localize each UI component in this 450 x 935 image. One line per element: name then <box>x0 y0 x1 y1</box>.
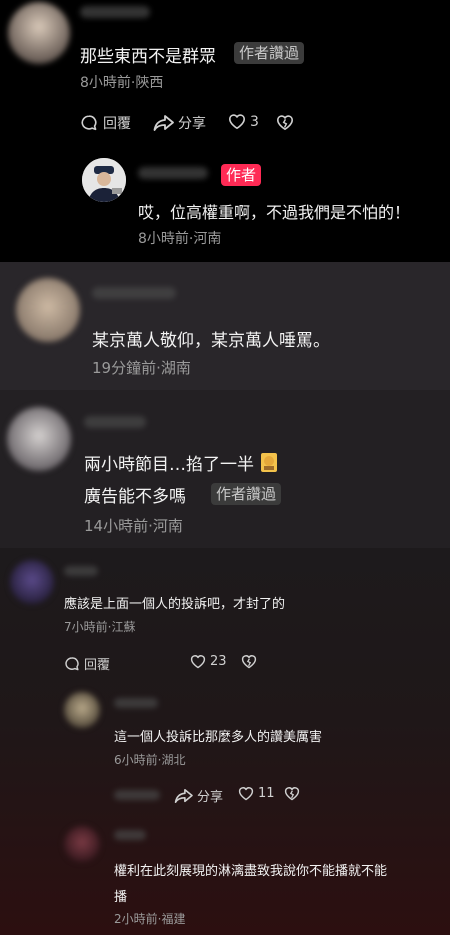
share-label: 分享 <box>197 790 224 805</box>
dislike-button[interactable] <box>284 786 300 801</box>
broken-heart-icon <box>241 655 257 669</box>
heart-icon <box>190 655 206 669</box>
share-label: 分享 <box>178 116 206 132</box>
author-liked-badge: 作者讚過 <box>211 483 282 505</box>
avatar[interactable] <box>7 407 71 471</box>
reply-username[interactable] <box>114 830 146 840</box>
avatar[interactable] <box>16 278 80 342</box>
reply-label: 回覆 <box>84 658 111 673</box>
avatar[interactable] <box>8 2 70 64</box>
comment-meta: 7小時前·江蘇 <box>64 620 136 634</box>
comment-block-4: 應該是上面一個人的投訴吧，才封了的 7小時前·江蘇 回覆 23 這一個人投訴比那… <box>0 548 450 935</box>
reply-avatar[interactable] <box>64 692 100 728</box>
username[interactable] <box>80 6 150 18</box>
reply-meta: 2小時前·福建 <box>114 912 186 926</box>
reply-avatar[interactable] <box>64 826 100 862</box>
like-button[interactable]: 3 <box>228 113 259 130</box>
reply-text: 這一個人投訴比那麼多人的讚美厲害 <box>114 730 323 745</box>
like-count: 11 <box>258 786 275 801</box>
heart-icon <box>238 787 254 801</box>
dislike-button[interactable] <box>241 654 257 669</box>
author-photo-icon <box>82 158 126 202</box>
author-avatar[interactable] <box>82 158 126 202</box>
like-button[interactable]: 23 <box>190 654 227 669</box>
reply-button[interactable]: 回覆 <box>80 113 131 133</box>
share-arrow-icon <box>153 115 174 131</box>
share-button[interactable]: 分享 <box>153 113 206 133</box>
comment-bubble-icon <box>65 656 79 670</box>
comment-meta: 14小時前·河南 <box>84 517 183 535</box>
author-reply-meta: 8小時前·河南 <box>138 231 222 247</box>
username[interactable] <box>84 416 146 428</box>
comment-block-3: 兩小時節目…掐了一半 廣告能不多嗎 作者讚過 14小時前·河南 <box>0 390 450 548</box>
emoji-icon <box>259 451 279 478</box>
comment-text: 某京萬人敬仰，某京萬人唾罵。 <box>92 331 330 351</box>
author-username[interactable] <box>138 167 208 179</box>
reply-button[interactable]: 回覆 <box>64 654 110 673</box>
reply-text-line2: 播 <box>114 890 128 905</box>
reply-button[interactable] <box>114 790 160 800</box>
avatar[interactable] <box>10 560 54 604</box>
comment-text-line1: 兩小時節目…掐了一半 <box>84 450 279 478</box>
share-arrow-icon <box>174 788 193 803</box>
like-button[interactable]: 11 <box>238 786 275 801</box>
heart-icon <box>228 114 246 130</box>
comment-text: 應該是上面一個人的投訴吧，才封了的 <box>64 597 286 612</box>
comment-text: 兩小時節目…掐了一半 <box>84 455 254 475</box>
reply-meta: 6小時前·湖北 <box>114 753 186 767</box>
comment-block-1: 那些東西不是群眾 作者讚過 8小時前·陝西 回覆 分享 3 作者 哎，位高權重啊… <box>0 0 450 262</box>
broken-heart-icon <box>276 115 294 131</box>
username[interactable] <box>64 566 98 576</box>
comment-meta: 19分鐘前·湖南 <box>92 359 191 377</box>
author-liked-badge: 作者讚過 <box>234 42 305 64</box>
dislike-button[interactable] <box>276 114 294 131</box>
username[interactable] <box>92 287 176 299</box>
comment-meta: 8小時前·陝西 <box>80 75 164 91</box>
share-button[interactable]: 分享 <box>174 786 223 805</box>
comment-block-2: 某京萬人敬仰，某京萬人唾罵。 19分鐘前·湖南 <box>0 262 450 390</box>
reply-text-line1: 權利在此刻展現的淋漓盡致我說你不能播就不能 <box>114 864 388 879</box>
author-badge: 作者 <box>221 164 262 186</box>
like-count: 23 <box>210 654 227 669</box>
comment-text-line2: 廣告能不多嗎 <box>84 487 186 507</box>
author-reply-text: 哎，位高權重啊，不過我們是不怕的！ <box>138 203 411 222</box>
reply-label: 回覆 <box>103 116 131 132</box>
comment-text: 那些東西不是群眾 <box>80 47 216 67</box>
comment-bubble-icon <box>81 115 97 131</box>
reply-username[interactable] <box>114 698 158 708</box>
like-count: 3 <box>250 113 259 130</box>
broken-heart-icon <box>284 787 300 801</box>
